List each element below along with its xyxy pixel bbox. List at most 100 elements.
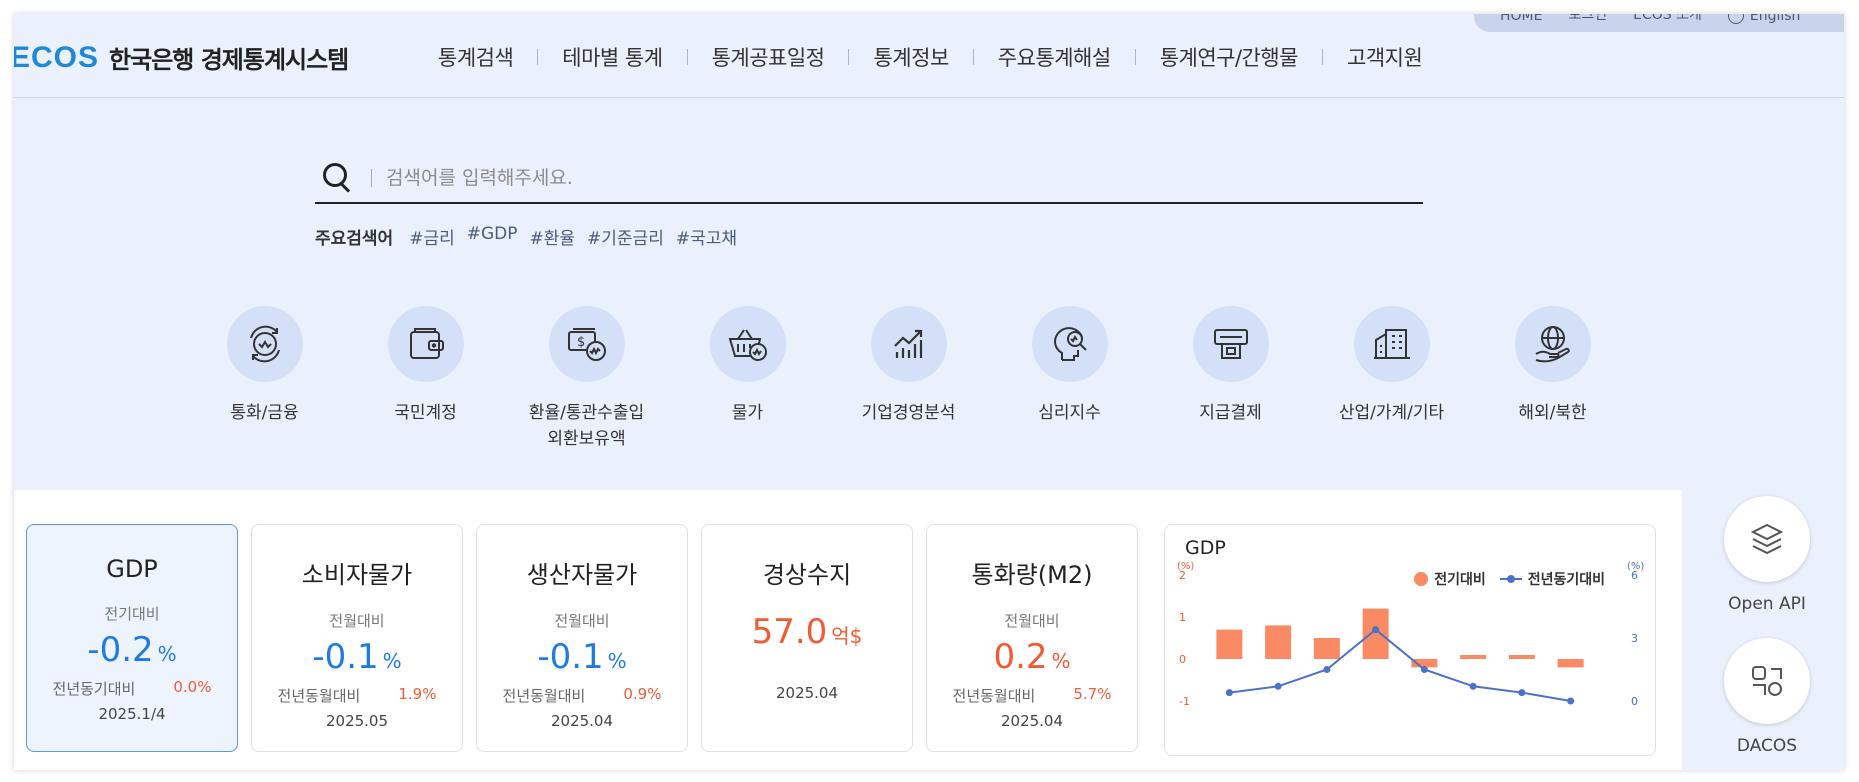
keyword-tag[interactable]: #환율 [530,224,576,249]
payment-terminal-icon [1213,329,1248,359]
stat-comparison [702,660,912,678]
quick-links: Open API DACOS [1682,490,1844,770]
bar-mark [1313,638,1340,659]
head-search-icon [1053,327,1087,361]
line-point [1420,666,1428,673]
utility-bar: HOME 로그인 ECOS 소개 English [1474,14,1844,32]
category-label: 국민계정 [394,403,457,423]
line-point [1274,682,1282,690]
util-english-label: English [1749,14,1801,24]
keyword-tag[interactable]: #국고채 [676,224,737,249]
stat-value: -0.1% [537,637,627,677]
right-tick-label: 6 [1631,569,1638,582]
category-business-analysis[interactable]: 기업경영분석 [828,306,989,452]
bar-mark [1265,625,1292,659]
nav-research[interactable]: 통계연구/간행물 [1136,42,1322,72]
stat-subtitle: 전월대비 [1004,612,1060,630]
category-label: 물가 [731,403,764,423]
stat-date: 2025.05 [325,712,389,730]
stat-card-current-account[interactable]: 경상수지 57.0 억$ 2025.04 [701,524,913,752]
nav-release-schedule[interactable]: 통계공표일정 [688,42,849,72]
stat-title: 생산자물가 [526,561,638,589]
stat-comparison: 전년동월대비 0.9% [502,685,662,705]
open-api-label[interactable]: Open API [1682,594,1844,614]
stat-title: 경상수지 [762,561,852,589]
category-list: 통화/금융 국민계정 $ 환율/통관수출입 외환보유액 물가 기업경영분석 심리… [184,306,1633,452]
bar-mark [1460,655,1487,659]
search-icon[interactable] [323,163,353,193]
stat-title: 소비자물가 [301,561,413,589]
stat-title: GDP [106,555,158,583]
category-label: 해외/북한 [1518,403,1587,423]
keyword-tag[interactable]: #GDP [467,224,518,249]
category-label: 지급결제 [1199,403,1262,423]
category-label: 심리지수 [1038,403,1101,423]
nav-stat-info[interactable]: 통계정보 [849,42,972,72]
keywords-label: 주요검색어 [315,229,394,249]
shapes-icon [1752,666,1782,696]
stat-card-cpi[interactable]: 소비자물가 전월대비 -0.1% 전년동월대비 1.9% 2025.05 [251,524,463,752]
dacos-button[interactable] [1724,638,1810,724]
layers-icon [1750,523,1784,555]
nav-theme-stats[interactable]: 테마별 통계 [538,42,686,72]
util-login-link[interactable]: 로그인 [1568,14,1607,24]
category-industry-household[interactable]: 산업/가계/기타 [1311,306,1472,452]
dacos-label[interactable]: DACOS [1682,736,1844,756]
stat-date: 2025.1/4 [98,705,166,723]
bar-mark [1216,629,1243,659]
category-sentiment-index[interactable]: 심리지수 [989,306,1150,452]
stat-date: 2025.04 [550,712,614,730]
right-tick-label: 3 [1631,632,1638,645]
building-icon [1373,329,1410,359]
keyword-tag[interactable]: #금리 [409,224,455,249]
left-tick-label: 1 [1179,611,1186,624]
line-point [1323,666,1331,673]
left-tick-label: -1 [1179,695,1190,708]
left-tick-label: 2 [1179,569,1186,582]
stat-card-m2[interactable]: 통화량(M2) 전월대비 0.2% 전년동월대비 5.7% 2025.04 [926,524,1138,752]
stat-value: -0.1% [312,637,402,677]
nav-stat-search[interactable]: 통계검색 [414,42,537,72]
hero-section: 주요검색어 #금리 #GDP #환율 #기준금리 #국고채 통화/금융 [14,98,1844,490]
util-english-link[interactable]: English [1727,14,1801,24]
line-point [1225,689,1233,697]
bar-growth-icon [893,329,922,358]
stat-value: -0.2% [87,630,177,670]
logo-mark: ECOS [14,40,100,74]
line-point [1518,689,1526,697]
open-api-button[interactable] [1724,496,1810,582]
category-national-accounts[interactable]: 국민계정 [345,306,506,452]
stat-comparison: 전년동월대비 1.9% [277,685,437,705]
util-home-link[interactable]: HOME [1500,14,1542,24]
search-input[interactable] [386,167,1286,189]
logo[interactable]: ECOS 한국은행 경제통계시스템 [14,40,349,75]
stat-card-ppi[interactable]: 생산자물가 전월대비 -0.1% 전년동월대비 0.9% 2025.04 [476,524,688,752]
stat-date: 2025.04 [775,684,839,702]
stat-card-gdp[interactable]: GDP 전기대비 -0.2% 전년동기대비 0.0% 2025.1/4 [26,524,238,752]
category-label: 산업/가계/기타 [1338,403,1445,423]
category-exchange-trade[interactable]: $ 환율/통관수출입 외환보유액 [506,306,667,452]
stat-subtitle: 전기대비 [104,605,160,623]
category-overseas-nk[interactable]: 해외/북한 [1472,306,1633,452]
category-money-finance[interactable]: 통화/금융 [184,306,345,452]
category-label: 기업경영분석 [861,403,956,423]
nav-key-stat-guide[interactable]: 주요통계해설 [974,42,1135,72]
stat-value: 57.0 억$ [751,612,863,652]
logo-text: 한국은행 경제통계시스템 [109,46,349,74]
gdp-chart: (%) (%)210-1630 [1177,561,1644,708]
main-nav: 통계검색 테마별 통계 통계공표일정 통계정보 주요통계해설 통계연구/간행물 … [414,42,1446,72]
category-prices[interactable]: 물가 [667,306,828,452]
stat-date: 2025.04 [1000,712,1064,730]
bar-mark [1508,655,1535,659]
basket-icon [728,329,767,361]
bar-mark [1557,659,1584,668]
wallet-icon [409,328,444,359]
stat-subtitle: 전월대비 [554,612,610,630]
keyword-tag[interactable]: #기준금리 [587,224,664,249]
gdp-chart-card[interactable]: GDP 전기대비 전년동기대비 (%) (%) 2 1 0 -1 6 3 0 [1164,524,1656,756]
stat-comparison: 전년동월대비 5.7% [952,685,1112,705]
search-divider [371,169,372,187]
category-payments[interactable]: 지급결제 [1150,306,1311,452]
nav-customer-support[interactable]: 고객지원 [1323,42,1446,72]
util-about-link[interactable]: ECOS 소개 [1633,14,1702,24]
